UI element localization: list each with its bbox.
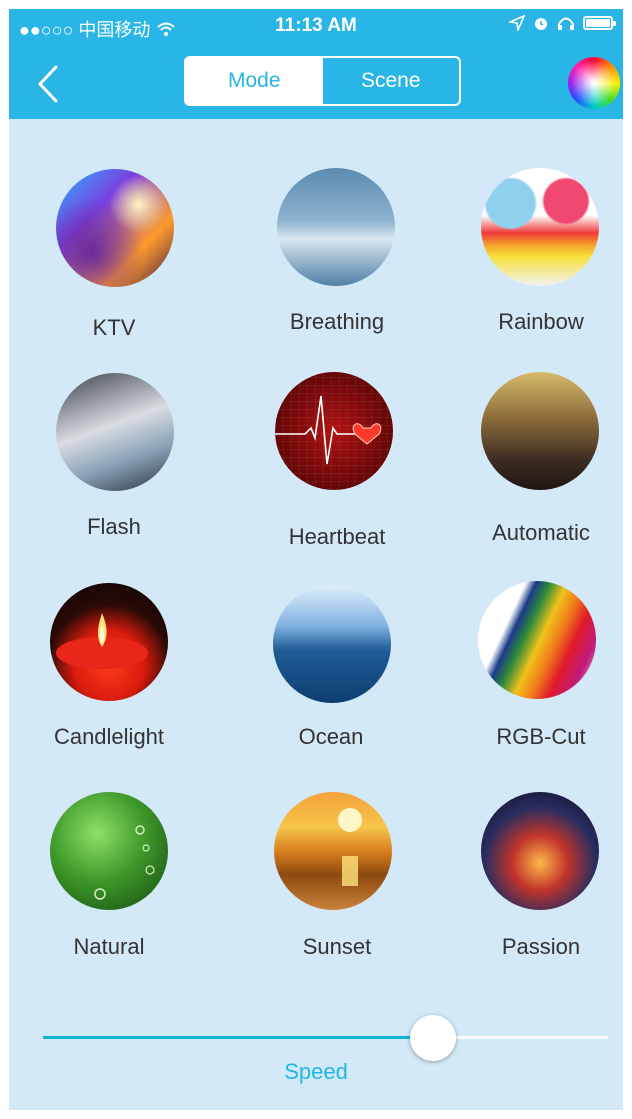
heartbeat-photo-icon xyxy=(275,372,393,490)
mode-label: Heartbeat xyxy=(288,524,386,549)
tab-mode[interactable]: Mode xyxy=(186,58,323,104)
mode-scene-segmented-control: Mode Scene xyxy=(184,56,461,106)
mode-label: Flash xyxy=(87,514,141,539)
speed-label: Speed xyxy=(284,1059,348,1084)
color-wheel-icon[interactable] xyxy=(568,57,620,109)
mode-label: KTV xyxy=(92,315,136,340)
natural-photo-icon xyxy=(50,792,168,910)
ktv-photo-icon xyxy=(56,169,174,287)
mode-ocean[interactable]: Ocean xyxy=(231,574,431,774)
status-icons xyxy=(509,15,616,31)
status-bar: ●●○○○ 中国移动 11:13 AM xyxy=(9,9,623,43)
mode-breathing[interactable]: Breathing xyxy=(237,159,437,359)
sun-icon xyxy=(338,808,362,886)
mode-natural[interactable]: Natural xyxy=(14,784,214,984)
heartbeat-line-icon xyxy=(275,395,382,465)
tab-scene[interactable]: Scene xyxy=(323,58,460,104)
mode-candlelight[interactable]: Candlelight xyxy=(14,574,214,774)
speed-slider-fill xyxy=(43,1036,433,1039)
back-arrow-icon[interactable] xyxy=(35,64,61,104)
location-arrow-icon xyxy=(509,15,525,31)
top-bar: ●●○○○ 中国移动 11:13 AM Mode Scene xyxy=(9,9,623,119)
battery-icon xyxy=(583,16,616,30)
rainbow-photo-icon xyxy=(481,168,599,286)
speed-slider-track[interactable] xyxy=(43,1036,608,1039)
mode-label: Rainbow xyxy=(498,309,584,334)
mode-rainbow[interactable]: Rainbow xyxy=(441,159,623,359)
mode-label: Natural xyxy=(73,934,145,959)
automatic-photo-icon xyxy=(481,372,599,490)
mode-sunset[interactable]: Sunset xyxy=(237,784,437,984)
mode-heartbeat[interactable]: Heartbeat xyxy=(237,364,437,564)
alarm-icon xyxy=(535,18,547,30)
mode-label: Passion xyxy=(501,934,581,959)
app-screen: ●●○○○ 中国移动 11:13 AM Mode Scene KTV Breat… xyxy=(9,9,623,1110)
passion-photo-icon xyxy=(481,792,599,910)
mode-ktv[interactable]: KTV xyxy=(14,159,214,359)
mode-label: Candlelight xyxy=(53,724,165,749)
mode-flash[interactable]: Flash xyxy=(14,364,214,564)
flash-photo-icon xyxy=(56,373,174,491)
mode-label: Breathing xyxy=(289,309,385,334)
rgb-cut-photo-icon xyxy=(478,581,596,699)
sunset-photo-icon xyxy=(274,792,392,910)
mode-automatic[interactable]: Automatic xyxy=(441,364,623,564)
mode-label: Sunset xyxy=(302,934,372,959)
mode-rgb-cut[interactable]: RGB-Cut xyxy=(441,574,623,774)
mode-label: RGB-Cut xyxy=(496,724,586,749)
candle-flame-icon xyxy=(56,613,148,669)
breathing-photo-icon xyxy=(277,168,395,286)
speed-slider-thumb[interactable] xyxy=(409,1015,456,1061)
water-drops-icon xyxy=(94,825,155,900)
ocean-photo-icon xyxy=(273,585,391,703)
headphones-icon xyxy=(558,17,574,30)
mode-label: Automatic xyxy=(492,520,590,545)
mode-passion[interactable]: Passion xyxy=(441,784,623,984)
candlelight-photo-icon xyxy=(50,583,168,701)
mode-label: Ocean xyxy=(298,724,364,749)
